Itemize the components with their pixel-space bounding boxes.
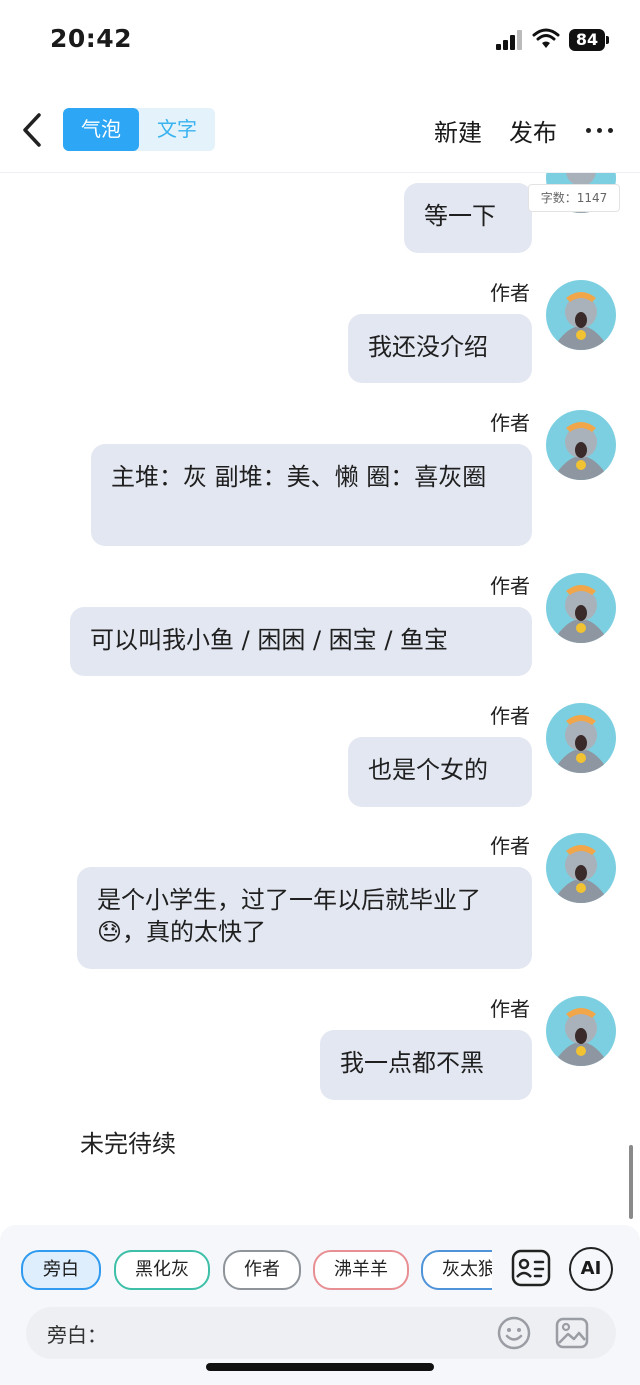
scrollbar[interactable] [629, 1145, 633, 1219]
avatar[interactable] [546, 573, 616, 643]
battery-icon: 84 [569, 29, 605, 51]
narration-text[interactable]: 未完待续 [80, 1124, 176, 1159]
message-bubble[interactable]: 可以叫我小鱼 / 困困 / 困宝 / 鱼宝 [70, 607, 532, 676]
emoji-icon[interactable] [496, 1315, 532, 1351]
ai-button[interactable]: AI [569, 1247, 613, 1291]
bottom-panel: 旁白 黑化灰 作者 沸羊羊 灰太狼 AI 旁白： [0, 1225, 640, 1385]
tab-text[interactable]: 文字 [139, 108, 215, 151]
message-author: 作者 [490, 997, 530, 1021]
message-bubble[interactable]: 主堆：灰 副堆：美、懒 圈：喜灰圈 [91, 444, 532, 546]
top-bar: 气泡 文字 新建 发布 [0, 100, 640, 173]
message-author: 作者 [490, 574, 530, 598]
cellular-signal-icon [496, 30, 522, 50]
battery-tip [606, 36, 609, 44]
wifi-icon [532, 28, 560, 48]
character-card-icon[interactable] [510, 1247, 552, 1289]
character-chip[interactable]: 灰太狼 [421, 1250, 492, 1290]
avatar[interactable] [546, 833, 616, 903]
status-bar: 20:42 84 [0, 0, 640, 80]
message-bubble[interactable]: 是个小学生，过了一年以后就毕业了😓，真的太快了 [77, 867, 532, 969]
publish-button[interactable]: 发布 [509, 113, 557, 148]
mode-toggle: 气泡 文字 [63, 108, 215, 151]
chat-area[interactable]: 等一下 作者 我还没介绍 作者 主堆：灰 副堆：美、懒 圈：喜灰圈 作者 可以叫… [0, 173, 640, 1223]
word-count-badge: 字数：1147 [528, 184, 620, 212]
avatar[interactable] [546, 703, 616, 773]
image-icon[interactable] [554, 1315, 590, 1351]
avatar[interactable] [546, 280, 616, 350]
character-chip[interactable]: 沸羊羊 [313, 1250, 409, 1290]
message-input[interactable]: 旁白： [26, 1307, 616, 1359]
more-icon[interactable] [585, 114, 615, 144]
message-bubble[interactable]: 我还没介绍 [348, 314, 532, 383]
message-bubble[interactable]: 等一下 [404, 183, 532, 253]
message-author: 作者 [490, 834, 530, 858]
message-author: 作者 [490, 281, 530, 305]
message-bubble[interactable]: 也是个女的 [348, 737, 532, 807]
message-bubble[interactable]: 我一点都不黑 [320, 1030, 532, 1100]
new-button[interactable]: 新建 [434, 113, 482, 148]
character-chip[interactable]: 黑化灰 [114, 1250, 210, 1290]
input-speaker-label: 旁白： [47, 1323, 107, 1347]
character-chip-narrator[interactable]: 旁白 [21, 1250, 101, 1290]
message-author: 作者 [490, 704, 530, 728]
home-indicator [206, 1363, 434, 1371]
character-chips[interactable]: 旁白 黑化灰 作者 沸羊羊 灰太狼 [0, 1250, 492, 1290]
message-author: 作者 [490, 411, 530, 435]
back-arrow-icon[interactable] [18, 110, 48, 150]
avatar[interactable] [546, 996, 616, 1066]
status-time: 20:42 [50, 24, 133, 53]
character-chip[interactable]: 作者 [223, 1250, 301, 1290]
avatar[interactable] [546, 410, 616, 480]
tab-bubble[interactable]: 气泡 [63, 108, 139, 151]
